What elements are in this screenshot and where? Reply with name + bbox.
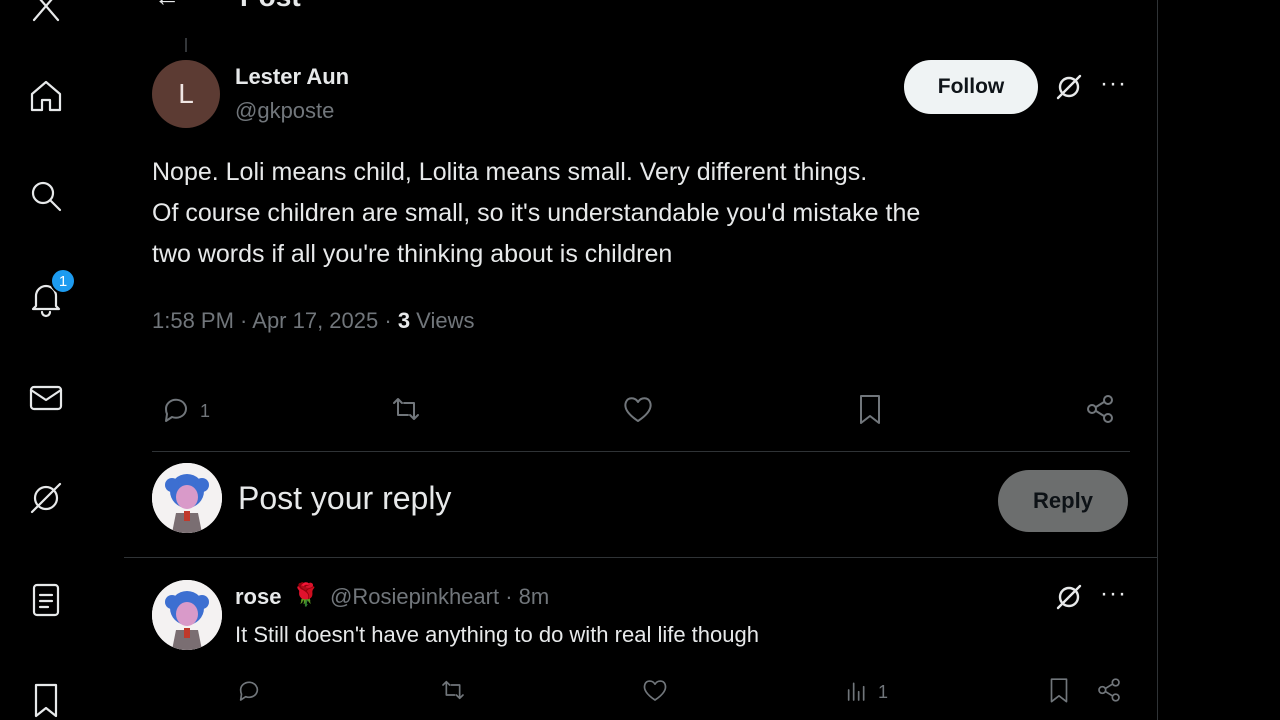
reply-author-name[interactable]: rose [235, 584, 281, 610]
reply-action[interactable]: 1 [158, 388, 210, 434]
reply-views-count: 1 [878, 681, 889, 702]
main-column: ← Post L Lester Aun @gkposte Follow ··· … [124, 0, 1158, 720]
share-action[interactable] [1082, 388, 1118, 434]
thread-line [185, 38, 187, 52]
post-actions: 1 [152, 388, 1132, 434]
grok-icon[interactable] [22, 474, 70, 522]
repost-icon [438, 675, 468, 710]
post-text-line: Of course children are small, so it's un… [152, 199, 921, 227]
grok-icon[interactable] [1054, 582, 1084, 612]
author-name[interactable]: Lester Aun [235, 64, 349, 90]
back-button[interactable]: ← [154, 0, 180, 13]
reply-count: 1 [200, 400, 211, 421]
page-header: ← Post [154, 0, 301, 12]
lists-icon[interactable] [22, 576, 70, 624]
left-nav: 1 [0, 0, 95, 720]
divider [152, 451, 1130, 452]
reply-action[interactable] [234, 672, 264, 712]
post-text: Nope. Loli means child, Lolita means sma… [152, 152, 1112, 275]
views-label: Views [410, 308, 475, 333]
page-title: Post [240, 0, 301, 13]
reply-button[interactable]: Reply [998, 470, 1128, 532]
post-meta: 1:58 PM · Apr 17, 2025 · 3 Views [152, 308, 474, 334]
bookmark-action[interactable] [852, 388, 888, 434]
bookmark-icon [1044, 675, 1074, 710]
share-icon [1082, 391, 1118, 432]
more-options-icon[interactable]: ··· [1100, 582, 1127, 606]
bookmarks-icon[interactable] [22, 676, 70, 720]
repost-icon [388, 391, 424, 432]
bookmark-icon [852, 391, 888, 432]
more-options-icon[interactable]: ··· [1100, 72, 1127, 96]
current-user-avatar[interactable] [152, 463, 222, 533]
like-action[interactable] [620, 388, 656, 434]
heart-icon [640, 675, 670, 710]
bookmark-action[interactable] [1044, 672, 1074, 712]
reply-icon [158, 391, 194, 432]
heart-icon [620, 391, 656, 432]
reply-actions: 1 [224, 672, 1144, 712]
post-text-line: Nope. Loli means child, Lolita means sma… [152, 158, 868, 186]
post-timestamp[interactable]: 1:58 PM · Apr 17, 2025 · [152, 308, 398, 333]
reply-author-handle[interactable]: @Rosiepinkheart · 8m [330, 584, 549, 610]
analytics-icon [842, 675, 872, 710]
messages-icon[interactable] [22, 374, 70, 422]
views-count: 3 [397, 308, 411, 333]
repost-action[interactable] [388, 388, 424, 434]
share-action[interactable] [1094, 672, 1124, 712]
author-avatar[interactable]: L [152, 60, 220, 128]
reply-input[interactable]: Post your reply [238, 480, 938, 517]
post-text-line: two words if all you're thinking about i… [152, 240, 673, 268]
rose-emoji: 🌹 [292, 582, 320, 607]
views-action[interactable]: 1 [842, 672, 888, 712]
search-icon[interactable] [22, 172, 70, 220]
like-action[interactable] [640, 672, 670, 712]
share-icon [1094, 675, 1124, 710]
reply-icon [234, 675, 264, 710]
repost-action[interactable] [438, 672, 468, 712]
follow-button[interactable]: Follow [904, 60, 1038, 114]
home-icon[interactable] [22, 72, 70, 120]
x-logo-icon[interactable] [22, 0, 70, 30]
reply-text: It Still doesn't have anything to do wit… [235, 622, 759, 647]
author-handle[interactable]: @gkposte [235, 98, 334, 124]
notification-badge: 1 [50, 268, 76, 294]
divider [124, 557, 1158, 558]
grok-icon[interactable] [1054, 72, 1084, 102]
reply-author-avatar[interactable] [152, 580, 222, 650]
